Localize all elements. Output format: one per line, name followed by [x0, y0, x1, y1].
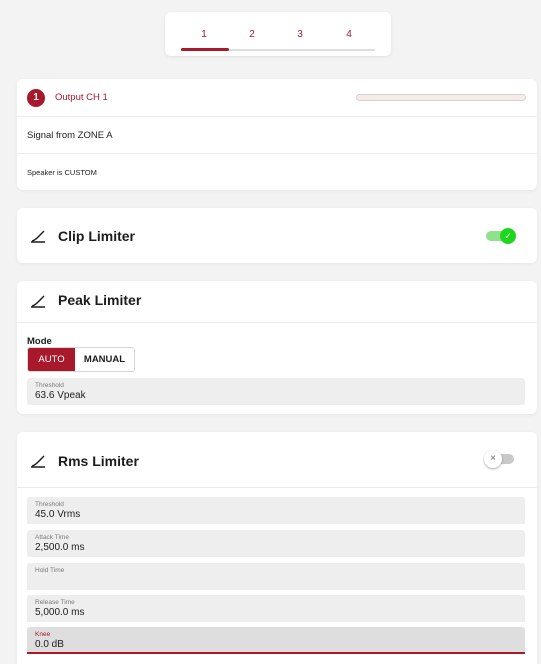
tab-channel-4[interactable]: 4	[334, 29, 364, 40]
field-value: 5,000.0 ms	[35, 607, 85, 618]
tab-channel-1[interactable]: 1	[189, 29, 219, 40]
rms-threshold-field[interactable]: Threshold 45.0 Vrms	[27, 497, 525, 524]
rms-limiter-toggle[interactable]: ×	[484, 450, 516, 468]
rms-limiter-title: Rms Limiter	[58, 453, 139, 469]
limiter-icon	[31, 295, 45, 308]
channel-badge: 1	[27, 89, 45, 107]
attack-time-field[interactable]: Attack Time 2,500.0 ms	[27, 530, 525, 557]
clip-limiter-title: Clip Limiter	[58, 228, 136, 244]
peak-limiter-card: Peak Limiter Mode AUTO MANUAL Threshold …	[17, 281, 537, 414]
mode-manual-button[interactable]: MANUAL	[75, 348, 134, 371]
field-label: Hold Time	[35, 567, 65, 574]
signal-source-text: Signal from ZONE A	[27, 130, 113, 141]
clip-limiter-card: Clip Limiter ✓	[17, 208, 537, 263]
peak-limiter-header: Peak Limiter	[17, 281, 537, 323]
field-label: Threshold	[35, 382, 64, 389]
output-channel-card: 1 Output CH 1 Signal from ZONE A Speaker…	[17, 79, 537, 190]
mode-auto-button[interactable]: AUTO	[28, 348, 75, 371]
rms-limiter-card: Rms Limiter × Threshold 45.0 Vrms Attack…	[17, 432, 537, 664]
output-level-meter	[356, 94, 526, 101]
signal-source-row: Signal from ZONE A	[17, 117, 537, 154]
release-time-field[interactable]: Release Time 5,000.0 ms	[27, 595, 525, 622]
channel-title: Output CH 1	[55, 92, 108, 103]
field-value: 63.6 Vpeak	[35, 390, 86, 401]
tab-channel-3[interactable]: 3	[285, 29, 315, 40]
limiter-icon	[31, 455, 45, 468]
field-value: 2,500.0 ms	[35, 542, 85, 553]
speaker-text: Speaker is CUSTOM	[27, 168, 97, 177]
mode-label: Mode	[27, 336, 52, 347]
hold-time-field[interactable]: Hold Time	[27, 563, 525, 590]
field-label: Knee	[35, 631, 51, 638]
clip-limiter-toggle[interactable]: ✓	[486, 228, 516, 244]
peak-threshold-field[interactable]: Threshold 63.6 Vpeak	[27, 378, 525, 405]
rms-limiter-header: Rms Limiter ×	[17, 432, 537, 488]
check-icon: ✓	[500, 228, 516, 244]
tab-channel-2[interactable]: 2	[237, 29, 267, 40]
close-icon: ×	[484, 450, 502, 468]
limiter-icon	[31, 230, 45, 243]
field-value: 45.0 Vrms	[35, 509, 81, 520]
tab-active-indicator	[181, 48, 229, 51]
knee-field[interactable]: Knee 0.0 dB	[27, 627, 525, 654]
clip-limiter-header: Clip Limiter ✓	[17, 208, 537, 263]
speaker-row: Speaker is CUSTOM	[17, 154, 537, 190]
peak-limiter-title: Peak Limiter	[58, 292, 142, 308]
channel-tabs: 1 2 3 4	[165, 12, 391, 56]
output-header: 1 Output CH 1	[17, 79, 537, 117]
field-value: 0.0 dB	[35, 639, 64, 650]
field-label: Release Time	[35, 599, 75, 606]
field-label: Threshold	[35, 501, 64, 508]
field-label: Attack Time	[35, 534, 69, 541]
mode-toggle-group: AUTO MANUAL	[27, 347, 135, 372]
